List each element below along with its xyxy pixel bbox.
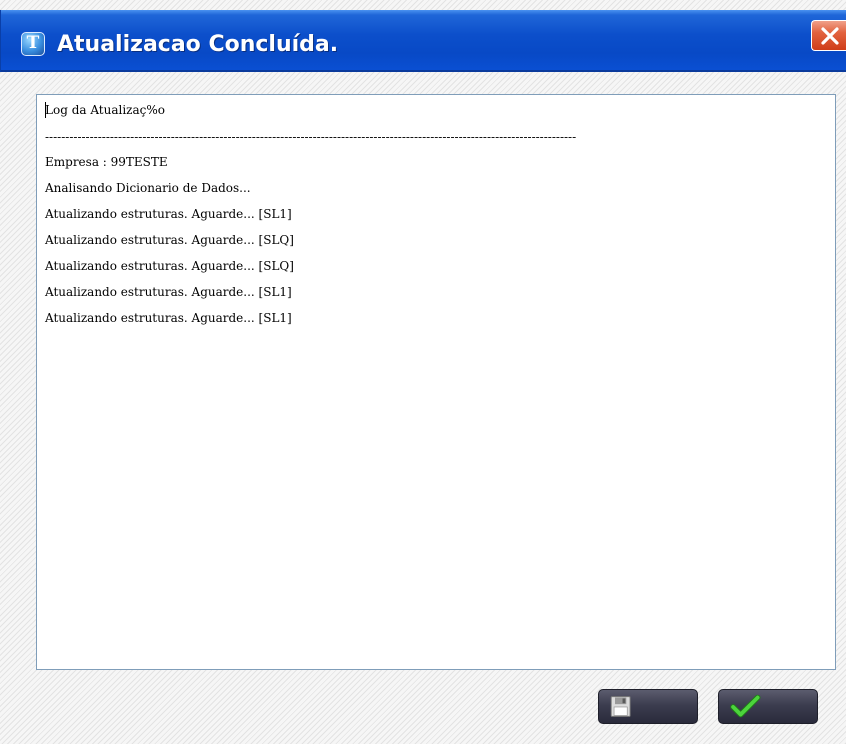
dialog-window: T Atualizacao Concluída. Log da Atualiza… [0, 0, 846, 744]
save-button[interactable] [598, 689, 698, 724]
window-title: Atualizacao Concluída. [57, 32, 339, 57]
log-line: Atualizando estruturas. Aguarde... [SLQ] [45, 233, 294, 247]
log-textarea[interactable]: Log da Atualizaç%o ---------------------… [36, 94, 836, 670]
log-line: Atualizando estruturas. Aguarde... [SL1] [45, 207, 292, 221]
log-line: Atualizando estruturas. Aguarde... [SL1] [45, 311, 292, 325]
log-line: Analisando Dicionario de Dados... [45, 181, 251, 195]
close-icon [821, 27, 839, 45]
confirm-button[interactable] [718, 689, 818, 724]
checkmark-icon [730, 694, 761, 718]
log-header: Log da Atualizaç%o [45, 103, 165, 117]
title-bar[interactable]: T Atualizacao Concluída. [0, 10, 846, 72]
log-line: Atualizando estruturas. Aguarde... [SLQ] [45, 259, 294, 273]
floppy-disk-icon [610, 696, 631, 717]
close-button[interactable] [811, 20, 846, 51]
log-line: Atualizando estruturas. Aguarde... [SL1] [45, 285, 292, 299]
log-line: Empresa : 99TESTE [45, 155, 168, 169]
log-separator: ----------------------------------------… [45, 130, 577, 144]
app-icon: T [21, 32, 45, 56]
